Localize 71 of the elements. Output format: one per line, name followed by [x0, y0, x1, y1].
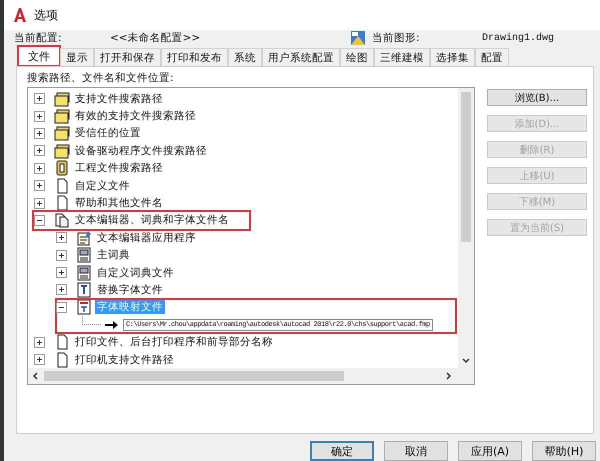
- tab[interactable]: 打开和保存: [94, 48, 161, 66]
- expand-toggle[interactable]: [34, 198, 45, 209]
- expand-toggle[interactable]: [34, 128, 45, 139]
- tab[interactable]: 三维建模: [374, 48, 430, 66]
- letter-a-logo-icon: [12, 7, 28, 23]
- tree-view[interactable]: [27, 87, 475, 385]
- tree-item[interactable]: 设备驱动程序文件搜索路径: [73, 144, 209, 158]
- documents-icon: [54, 212, 70, 228]
- expand-toggle[interactable]: [56, 284, 67, 296]
- expand-toggle[interactable]: [34, 162, 45, 174]
- tree-item[interactable]: 主词典: [95, 248, 132, 262]
- dialog-button[interactable]: 取消: [384, 441, 448, 461]
- tree-item[interactable]: 受信任的位置: [73, 126, 143, 140]
- tree-item[interactable]: 帮助和其他文件名: [73, 196, 165, 210]
- folders-icon: [54, 125, 70, 142]
- tree-item[interactable]: 自定义词典文件: [95, 266, 176, 280]
- expand-toggle[interactable]: [34, 93, 45, 104]
- profile-label: 当前配置:: [14, 31, 63, 45]
- expand-toggle[interactable]: [34, 145, 45, 156]
- tab[interactable]: 用户系统配置: [262, 48, 340, 66]
- expand-toggle[interactable]: [34, 110, 45, 122]
- expand-toggle[interactable]: [56, 250, 67, 261]
- tree-item[interactable]: 有效的支持文件搜索路径: [73, 109, 198, 124]
- tree-item[interactable]: 工程文件搜索路径: [73, 161, 165, 176]
- folders-icon: [54, 108, 70, 124]
- horizontal-scrollbar[interactable]: [28, 368, 474, 384]
- tree-item[interactable]: 打印文件、后台打印程序和前导部分名称: [73, 335, 275, 350]
- tree-item[interactable]: 文本编辑器应用程序: [95, 230, 198, 245]
- tree-label: 搜索路径、文件名和文件位置:: [27, 71, 175, 86]
- collapse-toggle[interactable]: [56, 302, 67, 313]
- expand-toggle[interactable]: [34, 354, 45, 366]
- tab[interactable]: 配置: [475, 48, 509, 66]
- notepad-icon: [76, 230, 92, 246]
- book-page-icon: [76, 264, 92, 281]
- drawing-value: Drawing1.dwg: [482, 32, 554, 44]
- collapse-toggle[interactable]: [34, 214, 45, 226]
- tab[interactable]: 显示: [60, 48, 94, 66]
- tab[interactable]: 系统: [228, 48, 262, 66]
- expand-toggle[interactable]: [56, 267, 67, 278]
- tree-item[interactable]: 替换字体文件: [95, 282, 165, 297]
- tree-item[interactable]: 自定义文件: [73, 178, 132, 193]
- dialog-button[interactable]: 帮助(H): [532, 441, 596, 461]
- tab[interactable]: 文件: [18, 46, 60, 66]
- chevron-left-icon: [32, 372, 38, 380]
- tree-item[interactable]: 支持文件搜索路径: [73, 92, 165, 106]
- side-button[interactable]: 浏览(B)...: [487, 89, 587, 106]
- expand-toggle[interactable]: [56, 232, 67, 244]
- vertical-scrollbar[interactable]: [458, 88, 474, 368]
- dialog-button[interactable]: 应用(A): [458, 441, 522, 461]
- binder-icon: [54, 160, 70, 176]
- drawing-label: 当前图形:: [372, 31, 421, 45]
- tree-item[interactable]: 文本编辑器、词典和字体文件名: [73, 213, 231, 228]
- tab[interactable]: 打印和发布: [161, 48, 228, 66]
- book-page-icon: [76, 247, 92, 264]
- tree-item[interactable]: 打印机支持文件路径: [73, 352, 176, 367]
- expand-toggle[interactable]: [34, 180, 45, 192]
- profile-value: <<未命名配置>>: [110, 31, 202, 45]
- font-file-icon: [76, 282, 92, 298]
- folders-icon: [54, 142, 70, 159]
- scroll-thumb[interactable]: [461, 92, 471, 242]
- folders-icon: [54, 90, 70, 107]
- scroll-thumb[interactable]: [44, 371, 344, 381]
- chevron-down-icon: [462, 358, 470, 364]
- tab[interactable]: 选择集: [430, 48, 475, 66]
- chevron-right-icon: [446, 372, 452, 380]
- expand-toggle[interactable]: [34, 336, 45, 348]
- dialog-button[interactable]: 确定: [310, 441, 374, 461]
- font-map-file-icon: [76, 299, 92, 316]
- tab[interactable]: 绘图: [340, 48, 374, 66]
- window-title: 选项: [34, 6, 58, 24]
- tree-branch-line: [82, 314, 101, 326]
